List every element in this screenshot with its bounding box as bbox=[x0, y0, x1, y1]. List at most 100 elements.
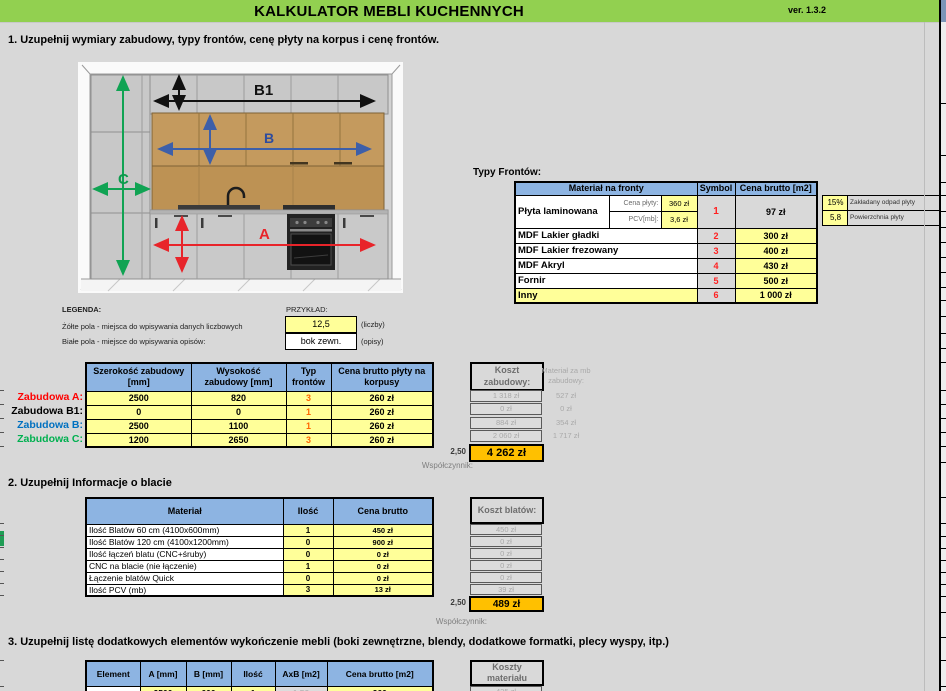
fronts-col-price: Cena brutto [m2] bbox=[735, 182, 817, 195]
fronts-col-symbol: Symbol bbox=[697, 182, 735, 195]
kitchen-diagram: C B1 B A bbox=[78, 62, 403, 293]
front-type-input[interactable]: 3 bbox=[286, 391, 331, 405]
worktop-item-input[interactable]: Ilość łączeń blatu (CNC+śruby) bbox=[86, 548, 283, 560]
worktop-price-input[interactable]: 13 zł bbox=[333, 584, 433, 596]
worktop-cost-cell: 0 zł bbox=[470, 536, 542, 547]
example-number-cell[interactable]: 12,5 bbox=[285, 316, 357, 333]
worktop-qty-input[interactable]: 0 bbox=[283, 572, 333, 584]
worktop-total: 489 zł bbox=[469, 596, 544, 612]
worktop-col-material: Materiał bbox=[86, 498, 283, 524]
build-cost-cell: 2 060 zł bbox=[470, 430, 542, 442]
mb-value: 1 717 zł bbox=[535, 431, 597, 440]
worktop-price-input[interactable]: 900 zł bbox=[333, 536, 433, 548]
extras-col-price: Cena brutto [m2] bbox=[327, 661, 433, 686]
worktop-col-price: Cena brutto bbox=[333, 498, 433, 524]
worktop-qty-input[interactable]: 0 bbox=[283, 548, 333, 560]
worktop-cost-cell: 450 zł bbox=[470, 524, 542, 535]
width-input[interactable]: 2500 bbox=[86, 391, 191, 405]
extras-axb-cell: 1,50 bbox=[275, 686, 327, 691]
extras-col-a: A [mm] bbox=[140, 661, 186, 686]
board-price-input[interactable]: 260 zł bbox=[331, 391, 433, 405]
mb-header: Materiał za mb zabudowy: bbox=[535, 366, 597, 386]
laminate-pcv-label: PCV[mb]: bbox=[609, 211, 661, 228]
worktop-price-input[interactable]: 450 zł bbox=[333, 524, 433, 536]
board-price-input[interactable]: 260 zł bbox=[331, 405, 433, 419]
extras-qty-input[interactable]: 1 bbox=[231, 686, 275, 691]
build-cost-header: Koszt zabudowy: bbox=[470, 362, 544, 391]
worktop-table: Materiał Ilość Cena brutto Ilość Blatów … bbox=[85, 497, 434, 597]
laminate-pcv-input[interactable]: 3,6 zł bbox=[661, 211, 697, 228]
laminate-board-price-input[interactable]: 360 zł bbox=[661, 195, 697, 211]
worktop-item-input[interactable]: CNC na blacie (nie łączenie) bbox=[86, 560, 283, 572]
row-label-zabudowa-b: Zabudowa B: bbox=[0, 418, 83, 432]
example-number-note: (liczby) bbox=[361, 320, 385, 329]
extras-cost-header: Koszty materiału bbox=[470, 660, 544, 686]
mb-value: 527 zł bbox=[535, 391, 597, 400]
front-price-input[interactable]: 500 zł bbox=[735, 273, 817, 288]
worktop-cost-cell: 0 zł bbox=[470, 548, 542, 559]
worktop-qty-input[interactable]: 0 bbox=[283, 536, 333, 548]
worktop-price-input[interactable]: 0 zł bbox=[333, 572, 433, 584]
row-label-zabudowa-c: Zabudowa C: bbox=[0, 432, 83, 446]
front-price-input[interactable]: 300 zł bbox=[735, 228, 817, 243]
fronts-table-title: Typy Frontów: bbox=[473, 167, 541, 178]
worktop-item-input[interactable]: Łączenie blatów Quick bbox=[86, 572, 283, 584]
worktop-qty-input[interactable]: 1 bbox=[283, 524, 333, 536]
worktop-item-input[interactable]: Ilość Blatów 60 cm (4100x600mm) bbox=[86, 524, 283, 536]
build-col-front: Typ frontów bbox=[286, 363, 331, 391]
worktop-price-input[interactable]: 0 zł bbox=[333, 560, 433, 572]
height-input[interactable]: 2650 bbox=[191, 433, 286, 447]
width-input[interactable]: 2500 bbox=[86, 419, 191, 433]
front-price-input[interactable]: 1 000 zł bbox=[735, 288, 817, 303]
front-name-input[interactable]: Inny bbox=[515, 288, 697, 303]
extras-price-input[interactable]: 260 bbox=[327, 686, 433, 691]
worktop-coef-label: Współczynnik: bbox=[387, 617, 487, 626]
right-strip bbox=[941, 22, 946, 691]
board-price-input[interactable]: 260 zł bbox=[331, 433, 433, 447]
worktop-cost-cell: 39 zł bbox=[470, 584, 542, 595]
extras-element-input[interactable] bbox=[86, 686, 140, 691]
front-price-input[interactable]: 400 zł bbox=[735, 243, 817, 258]
surface-input[interactable]: 5,8 bbox=[822, 210, 849, 226]
worktop-item-input[interactable]: Ilość PCV (mb) bbox=[86, 584, 283, 596]
front-type-input[interactable]: 1 bbox=[286, 405, 331, 419]
worktop-qty-input[interactable]: 1 bbox=[283, 560, 333, 572]
pane-divider bbox=[924, 22, 925, 691]
build-cost-cell: 1 318 zł bbox=[470, 390, 542, 402]
extras-b-input[interactable]: 600 bbox=[186, 686, 231, 691]
example-text-cell[interactable]: bok zewn. bbox=[285, 333, 357, 350]
worktop-qty-input[interactable]: 3 bbox=[283, 584, 333, 596]
extras-col-axb: AxB [m2] bbox=[275, 661, 327, 686]
worktop-item-input[interactable]: Ilość Blatów 120 cm (4100x1200mm) bbox=[86, 536, 283, 548]
build-coef-value: 2,50 bbox=[428, 447, 466, 456]
extras-cost-cell: 425 zł bbox=[470, 686, 542, 691]
front-name-laminate[interactable]: Płyta laminowana bbox=[515, 195, 609, 228]
dim-label-a: A bbox=[259, 226, 270, 243]
front-type-input[interactable]: 3 bbox=[286, 433, 331, 447]
width-input[interactable]: 0 bbox=[86, 405, 191, 419]
waste-percent-input[interactable]: 15% bbox=[822, 195, 849, 211]
front-name-input[interactable]: MDF Lakier gładki bbox=[515, 228, 697, 243]
worktop-price-input[interactable]: 0 zł bbox=[333, 548, 433, 560]
height-input[interactable]: 820 bbox=[191, 391, 286, 405]
worktop-cost-cell: 0 zł bbox=[470, 572, 542, 583]
laminate-board-price-label: Cena płyty: bbox=[609, 195, 661, 211]
extras-a-input[interactable]: 2500 bbox=[140, 686, 186, 691]
width-input[interactable]: 1200 bbox=[86, 433, 191, 447]
height-input[interactable]: 1100 bbox=[191, 419, 286, 433]
row-label-zabudowa-a: Zabudowa A: bbox=[0, 390, 83, 404]
front-name-input[interactable]: MDF Lakier frezowany bbox=[515, 243, 697, 258]
front-price-input[interactable]: 430 zł bbox=[735, 258, 817, 273]
spreadsheet: KALKULATOR MEBLI KUCHENNYCH ver. 1.3.2 1… bbox=[0, 0, 946, 691]
front-name-input[interactable]: Fornir bbox=[515, 273, 697, 288]
title-bar: KALKULATOR MEBLI KUCHENNYCH ver. 1.3.2 bbox=[0, 0, 939, 23]
height-input[interactable]: 0 bbox=[191, 405, 286, 419]
section-2-heading: 2. Uzupełnij Informacje o blacie bbox=[8, 477, 172, 489]
page-title: KALKULATOR MEBLI KUCHENNYCH bbox=[0, 3, 778, 20]
mb-value: 354 zł bbox=[535, 418, 597, 427]
front-type-input[interactable]: 1 bbox=[286, 419, 331, 433]
board-price-input[interactable]: 260 zł bbox=[331, 419, 433, 433]
front-name-input[interactable]: MDF Akryl bbox=[515, 258, 697, 273]
legend-line-yellow: Żółte pola - miejsca do wpisywania danyc… bbox=[62, 322, 243, 331]
dim-label-c: C bbox=[118, 171, 129, 188]
